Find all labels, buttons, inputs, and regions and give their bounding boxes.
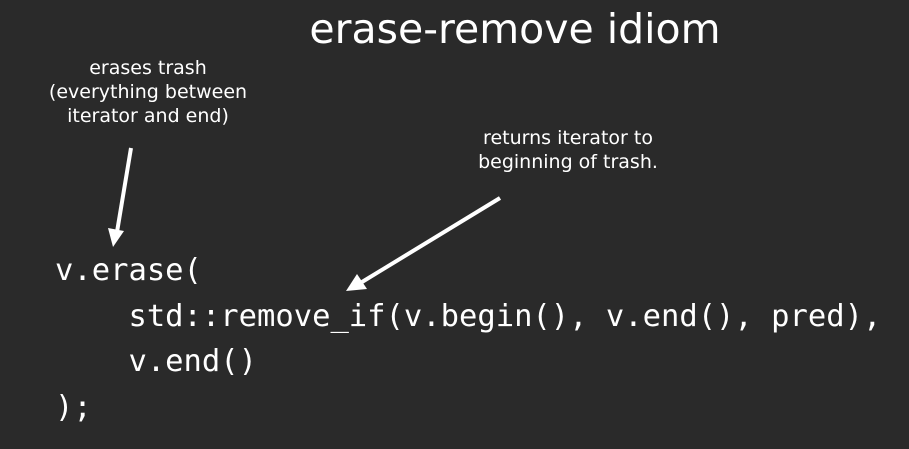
code-line: v.end() bbox=[55, 344, 257, 379]
code-line: std::remove_if(v.begin(), v.end(), pred)… bbox=[55, 298, 882, 334]
code-block: v.erase( std::remove_if(v.begin(), v.end… bbox=[55, 248, 881, 430]
code-line: v.erase( bbox=[55, 253, 202, 288]
arrow-to-erase bbox=[108, 147, 133, 247]
code-line: ); bbox=[55, 389, 92, 425]
